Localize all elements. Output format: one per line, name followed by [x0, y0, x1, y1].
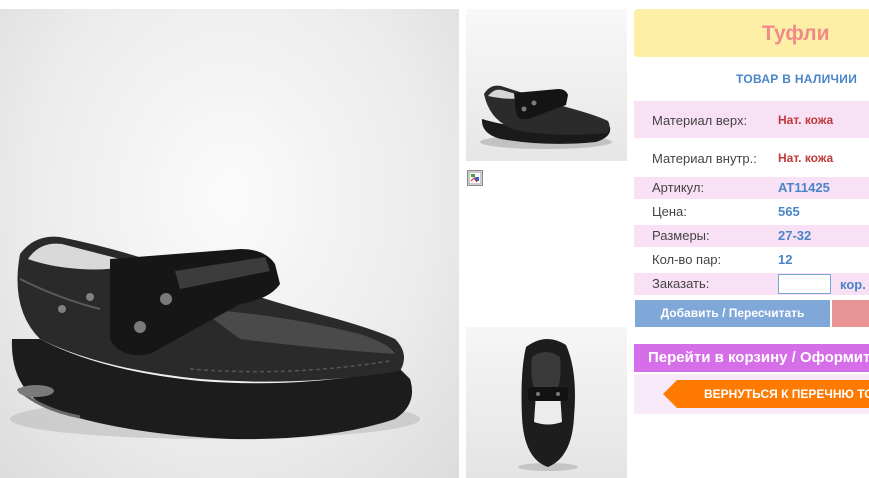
product-page: Туфли ТОВАР В НАЛИЧИИ Материал верх: Нат…	[0, 0, 869, 478]
add-recalculate-button[interactable]: Добавить / Пересчитать	[635, 300, 830, 327]
thumbnail-top-view[interactable]	[466, 327, 627, 478]
spec-label: Материал внутр.:	[652, 151, 757, 166]
spec-value: Нат. кожа	[778, 151, 834, 165]
spec-value: 565	[778, 204, 800, 219]
spec-row-lining-material: Материал внутр.: Нат. кожа	[634, 140, 869, 177]
main-product-photo[interactable]	[0, 9, 459, 478]
broken-image-icon	[467, 170, 483, 186]
thumbnail-side-view[interactable]	[466, 9, 627, 161]
spec-row-upper-material: Материал верх: Нат. кожа	[634, 101, 869, 138]
spec-value: Нат. кожа	[778, 113, 834, 127]
go-to-cart-button[interactable]: Перейти в корзину / Оформить	[634, 344, 869, 372]
order-row: Заказать:	[634, 273, 869, 295]
back-to-list-button[interactable]: ВЕРНУТЬСЯ К ПЕРЕЧНЮ ТОВАРОВ	[663, 380, 869, 408]
spec-row-article: Артикул: AT11425	[634, 177, 869, 199]
spec-row-price: Цена: 565	[634, 201, 869, 223]
spec-value: AT11425	[778, 180, 830, 195]
stock-status: ТОВАР В НАЛИЧИИ	[736, 72, 858, 86]
product-title-box: Туфли	[634, 9, 869, 57]
spec-label: Цена:	[652, 204, 687, 219]
spec-label: Размеры:	[652, 228, 710, 243]
order-label: Заказать:	[652, 276, 710, 291]
spec-row-pairs: Кол-во пар: 12	[634, 249, 869, 271]
quantity-input[interactable]	[778, 274, 831, 294]
spec-label: Кол-во пар:	[652, 252, 722, 267]
spec-label: Материал верх:	[652, 113, 748, 128]
spec-value: 27-32	[778, 228, 812, 243]
quantity-unit: кор.	[840, 277, 866, 292]
clear-button[interactable]	[832, 300, 869, 327]
spec-row-sizes: Размеры: 27-32	[634, 225, 869, 247]
spec-label: Артикул:	[652, 180, 705, 195]
spec-value: 12	[778, 252, 793, 267]
product-title: Туфли	[762, 22, 830, 45]
